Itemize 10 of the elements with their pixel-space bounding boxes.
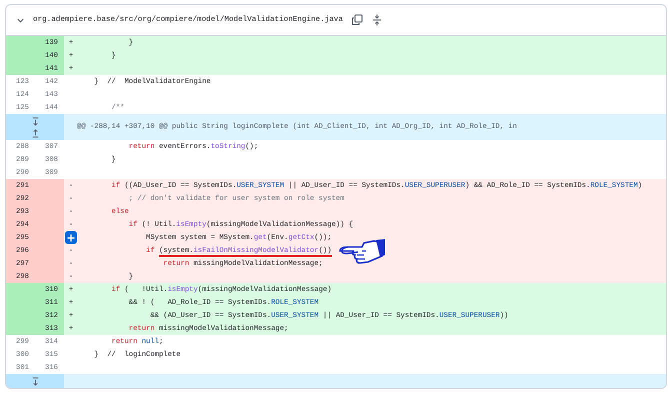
expand-all-icon[interactable] xyxy=(370,14,383,26)
copy-icon[interactable] xyxy=(350,14,363,26)
add-comment-button[interactable] xyxy=(65,231,77,244)
arrow-up-icon xyxy=(30,128,40,138)
expand-down-button[interactable] xyxy=(30,115,40,127)
expand-down-button[interactable] xyxy=(30,375,40,387)
plus-icon xyxy=(67,234,75,242)
expand-up-button[interactable] xyxy=(30,127,40,139)
arrow-down-icon xyxy=(30,116,40,126)
arrow-down-icon xyxy=(30,376,40,386)
